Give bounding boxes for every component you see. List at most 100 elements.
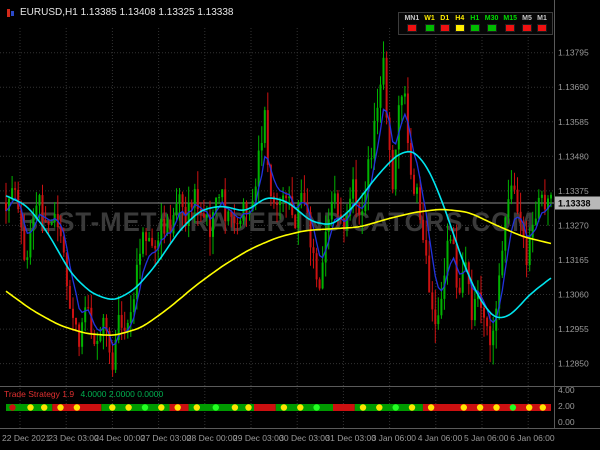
candle-body	[409, 143, 412, 175]
candle-body	[14, 188, 17, 190]
time-label: 4 Jan 06:00	[418, 433, 463, 443]
candle-body	[486, 317, 489, 327]
tf-item-M1[interactable]: M1	[537, 15, 547, 32]
signal-dot	[539, 404, 546, 411]
signal-dot	[313, 404, 320, 411]
tf-status-square	[486, 24, 497, 32]
candle-body	[510, 185, 513, 200]
candle-body	[81, 322, 84, 347]
price-scale[interactable]: 1.13795 1.13690 1.13585 1.13480 1.13375 1.132…	[555, 48, 600, 369]
tf-status-square	[454, 24, 465, 32]
chart-symbol-icon	[6, 8, 15, 18]
signal-dot	[141, 404, 149, 411]
signal-dot	[476, 404, 484, 411]
tf-status-square	[406, 24, 417, 32]
candle-body	[397, 105, 400, 150]
price-tick: 1.13795	[558, 48, 589, 58]
signal-dot	[376, 404, 383, 411]
candle-body	[501, 250, 504, 276]
price-tick: 1.13060	[558, 290, 589, 300]
tf-label: M1	[537, 15, 547, 22]
candle-body	[26, 257, 29, 260]
tf-item-W1[interactable]: W1	[424, 15, 435, 32]
price-tick: 1.13165	[558, 255, 589, 265]
tf-label: M30	[484, 15, 499, 22]
signal-dot	[297, 404, 304, 411]
tf-item-M15[interactable]: M15	[503, 15, 517, 32]
signal-dot	[9, 404, 16, 411]
candle-body	[221, 189, 224, 198]
signal-dot	[280, 404, 288, 411]
candle-body	[148, 237, 151, 241]
price-tick: 1.13585	[558, 117, 589, 127]
tf-status-square	[537, 24, 547, 32]
time-label: 31 Dec 03:00	[325, 433, 376, 443]
tf-label: M5	[522, 15, 532, 22]
candle-body	[413, 174, 415, 194]
time-label: 24 Dec 00:00	[94, 433, 145, 443]
signal-dot	[460, 404, 467, 411]
signal-dot	[212, 404, 219, 411]
signal-dot	[125, 404, 132, 411]
tf-label: H4	[455, 15, 465, 22]
candle-body	[68, 286, 71, 309]
price-chart-canvas[interactable]: BEST-METATRADER-INDICATORS.COM 1.137951.…	[0, 0, 600, 450]
tf-item-M5[interactable]: M5	[522, 15, 532, 32]
candle-body	[416, 187, 418, 194]
tf-item-H1[interactable]: H1	[469, 15, 480, 32]
candle-body	[315, 253, 318, 280]
signal-dot	[27, 404, 34, 411]
candle-body	[285, 195, 288, 199]
candle-body	[245, 202, 248, 215]
candle-body	[236, 223, 239, 225]
candle-body	[376, 107, 379, 121]
candle-body	[327, 219, 330, 232]
signal-bars-indicator	[6, 404, 551, 411]
candle-body	[516, 189, 519, 212]
tf-label: D1	[440, 15, 450, 22]
candle-body	[239, 220, 242, 224]
candle-body	[123, 327, 126, 332]
candle-body	[385, 57, 388, 118]
candle-body	[437, 315, 440, 325]
tf-label: MN1	[404, 15, 420, 22]
tf-item-MN1[interactable]: MN1	[404, 15, 419, 32]
signal-dot	[109, 404, 116, 411]
candle-body	[242, 202, 245, 221]
candle-body	[534, 218, 537, 225]
tf-item-M30[interactable]: M30	[484, 15, 499, 32]
candle-body	[379, 84, 382, 108]
candle-body	[400, 96, 403, 106]
tf-item-D1[interactable]: D1	[439, 15, 450, 32]
indicator-label: Trade Strategy 1.9 4.0000 2.0000 0.0000	[4, 389, 163, 399]
candle-body	[181, 194, 184, 207]
candle-body	[406, 93, 409, 143]
time-axis[interactable]: 22 Dec 202123 Dec 03:0024 Dec 00:0027 De…	[2, 433, 555, 443]
candle-body	[175, 203, 178, 216]
candle-body	[227, 211, 230, 222]
price-tick: 1.13375	[558, 186, 589, 196]
tf-item-H4[interactable]: H4	[454, 15, 465, 32]
tf-label: W1	[424, 15, 435, 22]
tf-status-square	[439, 24, 450, 32]
candle-body	[257, 150, 260, 187]
price-tick: 1.13690	[558, 82, 589, 92]
candle-body	[489, 326, 492, 346]
candle-body	[154, 245, 157, 249]
candle-body	[434, 309, 437, 325]
candle-body	[163, 218, 166, 234]
candle-body	[151, 237, 154, 246]
candle-body	[431, 292, 434, 310]
candle-body	[370, 158, 373, 160]
candle-body	[336, 193, 339, 215]
time-label: 22 Dec 2021	[2, 433, 50, 443]
candle-body	[260, 143, 263, 151]
candle-body	[87, 307, 90, 309]
candle-body	[452, 239, 455, 245]
candle-body	[135, 264, 138, 300]
candle-body	[355, 179, 358, 205]
signal-dot	[245, 404, 252, 411]
ohlc-header: EURUSD,H1 1.13385 1.13408 1.13325 1.1333…	[6, 7, 234, 18]
tf-status-square	[522, 24, 532, 32]
candle-body	[99, 335, 102, 341]
